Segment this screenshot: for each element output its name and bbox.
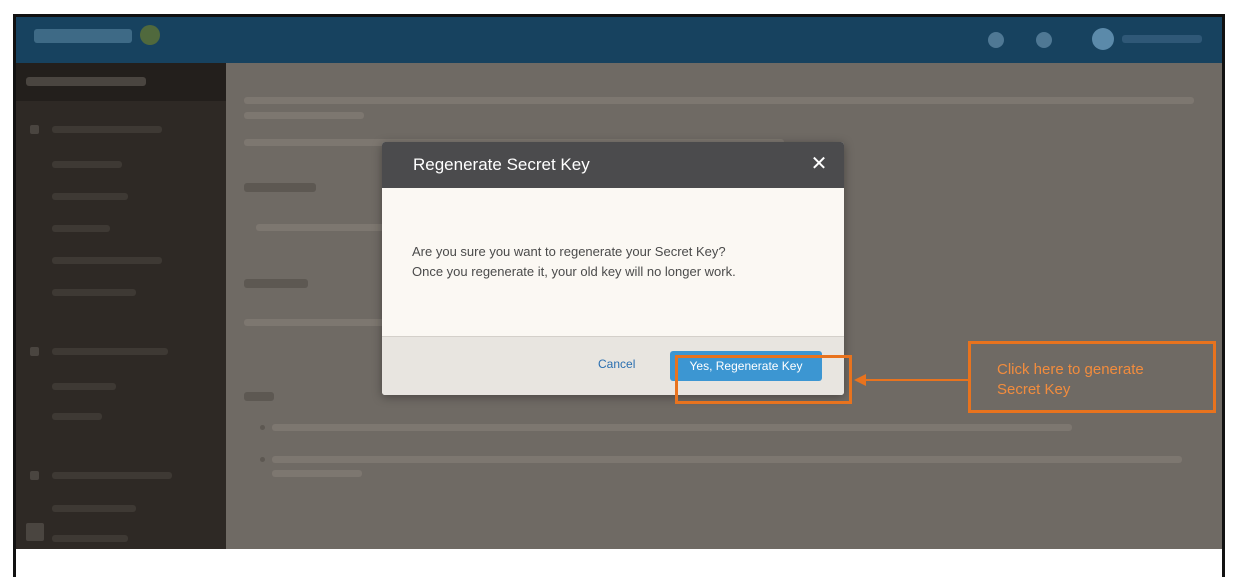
notification-icon[interactable] bbox=[1036, 32, 1052, 48]
highlight-box bbox=[675, 355, 852, 404]
section-icon bbox=[30, 125, 39, 134]
collapse-icon[interactable] bbox=[26, 523, 44, 541]
dialog-message-line1: Are you sure you want to regenerate your… bbox=[412, 244, 726, 259]
callout-line1: Click here to generate bbox=[997, 361, 1144, 378]
sidebar-header bbox=[16, 63, 226, 101]
sidebar-section[interactable] bbox=[52, 472, 172, 479]
dialog-header: Regenerate Secret Key ✕ bbox=[382, 142, 844, 188]
section-icon bbox=[30, 471, 39, 480]
callout-arrow bbox=[866, 379, 968, 381]
dialog-message-line2: Once you regenerate it, your old key wil… bbox=[412, 264, 736, 279]
top-navigation-bar bbox=[16, 17, 1222, 63]
brand-logo[interactable] bbox=[34, 29, 132, 43]
brand-spark-icon bbox=[140, 25, 160, 45]
sidebar-section[interactable] bbox=[52, 126, 162, 133]
left-sidebar bbox=[16, 63, 226, 549]
close-icon[interactable]: ✕ bbox=[808, 152, 830, 174]
callout-box: Click here to generate Secret Key bbox=[968, 341, 1216, 413]
sidebar-section[interactable] bbox=[52, 348, 168, 355]
sidebar-item[interactable] bbox=[52, 413, 102, 420]
section-icon bbox=[30, 347, 39, 356]
user-menu[interactable] bbox=[1122, 35, 1202, 43]
help-icon[interactable] bbox=[988, 32, 1004, 48]
dialog-body: Are you sure you want to regenerate your… bbox=[382, 188, 844, 336]
arrow-head-icon bbox=[854, 374, 866, 386]
dialog-title: Regenerate Secret Key bbox=[413, 155, 590, 174]
cancel-button[interactable]: Cancel bbox=[598, 357, 635, 371]
sidebar-item[interactable] bbox=[52, 193, 128, 200]
sidebar-item[interactable] bbox=[52, 161, 122, 168]
user-avatar[interactable] bbox=[1092, 28, 1114, 50]
sidebar-item[interactable] bbox=[52, 383, 116, 390]
sidebar-item[interactable] bbox=[52, 535, 128, 542]
sidebar-item[interactable] bbox=[52, 505, 136, 512]
callout-line2: Secret Key bbox=[997, 381, 1071, 398]
sidebar-item[interactable] bbox=[52, 257, 162, 264]
sidebar-item[interactable] bbox=[52, 225, 110, 232]
sidebar-item[interactable] bbox=[52, 289, 136, 296]
dialog-message: Are you sure you want to regenerate your… bbox=[412, 242, 736, 282]
